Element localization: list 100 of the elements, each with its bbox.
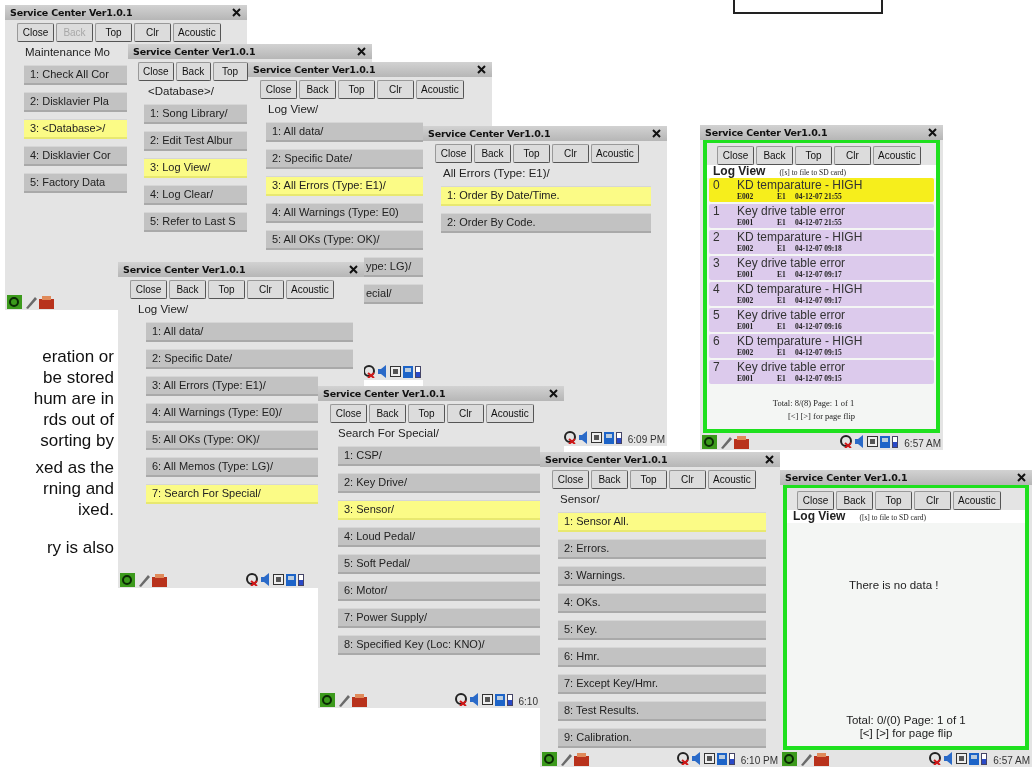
launcher-icon[interactable] (320, 692, 335, 707)
close-icon[interactable] (232, 8, 241, 17)
speaker-icon[interactable] (468, 693, 480, 706)
battery-icon[interactable] (415, 365, 421, 378)
menu-item[interactable]: 6: All Memos (Type: LG)/ (146, 457, 318, 477)
menu-item[interactable]: 7: Search For Special/ (146, 484, 318, 504)
pen-icon[interactable] (337, 692, 350, 707)
storage-icon[interactable] (603, 431, 614, 444)
menu-item[interactable]: 7: Except Key/Hmr. (558, 674, 766, 694)
menu-item[interactable]: 5: Soft Pedal/ (338, 554, 540, 574)
menu-item[interactable]: 1: Song Library/ (144, 104, 247, 124)
menu-item[interactable]: 4: Disklavier Cor (24, 146, 127, 166)
menu-item[interactable]: 4: OKs. (558, 593, 766, 613)
speaker-icon[interactable] (943, 752, 955, 765)
toolbar-button[interactable]: Clr (134, 23, 171, 42)
pen-icon[interactable] (24, 294, 37, 309)
toolbox-icon[interactable] (352, 692, 367, 707)
speaker-icon[interactable] (260, 573, 271, 586)
no-signal-icon[interactable] (454, 693, 467, 706)
toolbar-button[interactable]: Clr (834, 146, 871, 165)
card-icon[interactable] (867, 436, 879, 447)
storage-icon[interactable] (494, 693, 505, 706)
speaker-icon[interactable] (377, 365, 388, 378)
storage-icon[interactable] (403, 365, 413, 378)
menu-item[interactable]: 7: Power Supply/ (338, 608, 540, 628)
no-signal-icon[interactable] (363, 365, 375, 378)
menu-item[interactable]: 4: Log Clear/ (144, 185, 247, 205)
menu-item[interactable]: 1: Check All Cor (24, 65, 127, 85)
toolbar-button[interactable]: Clr (247, 280, 284, 299)
menu-item[interactable]: 2: Specific Date/ (266, 149, 423, 169)
battery-icon[interactable] (298, 573, 304, 586)
menu-item[interactable]: 3: Warnings. (558, 566, 766, 586)
card-icon[interactable] (481, 694, 493, 705)
menu-item[interactable]: 6: Hmr. (558, 647, 766, 667)
toolbar-button[interactable]: Close (138, 62, 174, 81)
speaker-icon[interactable] (577, 431, 589, 444)
toolbar-button[interactable]: Top (513, 144, 550, 163)
menu-item[interactable]: 6: Motor/ (338, 581, 540, 601)
toolbar-button[interactable]: Acoustic (173, 23, 221, 42)
menu-item[interactable]: 5: Key. (558, 620, 766, 640)
pen-icon[interactable] (799, 751, 812, 766)
launcher-icon[interactable] (542, 751, 557, 766)
toolbox-icon[interactable] (574, 751, 589, 766)
storage-icon[interactable] (880, 435, 891, 448)
storage-icon[interactable] (969, 752, 980, 765)
toolbar-button[interactable]: Back (591, 470, 628, 489)
menu-item[interactable]: ecial/ (364, 284, 423, 304)
no-signal-icon[interactable] (840, 435, 853, 448)
menu-item[interactable]: 3: All Errors (Type: E1)/ (266, 176, 423, 196)
toolbar-button[interactable]: Top (630, 470, 667, 489)
menu-item[interactable]: 3: Log View/ (144, 158, 247, 178)
menu-item[interactable]: 4: Loud Pedal/ (338, 527, 540, 547)
toolbar-button[interactable]: Clr (447, 404, 484, 423)
toolbar-button[interactable]: Back (756, 146, 793, 165)
menu-item[interactable]: 3: Sensor/ (338, 500, 540, 520)
toolbar-button[interactable]: Clr (552, 144, 589, 163)
menu-item[interactable]: 8: Test Results. (558, 701, 766, 721)
toolbar-button[interactable]: Top (795, 146, 832, 165)
close-icon[interactable] (1017, 473, 1026, 482)
toolbar-button[interactable]: Back (369, 404, 406, 423)
toolbar-button[interactable]: Top (212, 62, 248, 81)
toolbar-button[interactable]: Back (299, 80, 336, 99)
menu-item[interactable]: 5: All OKs (Type: OK)/ (146, 430, 318, 450)
toolbar-button[interactable]: Clr (669, 470, 706, 489)
menu-item[interactable]: ype: LG)/ (364, 257, 423, 277)
no-signal-icon[interactable] (563, 431, 576, 444)
pen-icon[interactable] (137, 572, 150, 587)
toolbar-button[interactable]: Top (208, 280, 245, 299)
pen-icon[interactable] (719, 434, 732, 449)
storage-icon[interactable] (716, 752, 727, 765)
toolbar-button[interactable]: Close (330, 404, 367, 423)
menu-item[interactable]: 2: Edit Test Albur (144, 131, 247, 151)
menu-item[interactable]: 2: Disklavier Pla (24, 92, 127, 112)
toolbar-button[interactable]: Acoustic (286, 280, 334, 299)
menu-item[interactable]: 5: All OKs (Type: OK)/ (266, 230, 423, 250)
toolbar-button[interactable]: Close (130, 280, 167, 299)
toolbar-button[interactable]: Close (435, 144, 472, 163)
launcher-icon[interactable] (7, 294, 22, 309)
close-icon[interactable] (357, 47, 366, 56)
close-icon[interactable] (765, 455, 774, 464)
toolbar-button[interactable]: Close (17, 23, 54, 42)
toolbar-button[interactable]: Acoustic (416, 80, 464, 99)
card-icon[interactable] (273, 574, 284, 585)
toolbar-button[interactable]: Close (552, 470, 589, 489)
toolbox-icon[interactable] (814, 751, 829, 766)
menu-item[interactable]: 9: Calibration. (558, 728, 766, 748)
toolbar-button[interactable]: Close (260, 80, 297, 99)
close-icon[interactable] (349, 265, 358, 274)
battery-icon[interactable] (728, 752, 735, 765)
menu-item[interactable]: 1: All data/ (146, 322, 353, 342)
menu-item[interactable]: 1: Sensor All. (558, 512, 766, 532)
close-icon[interactable] (652, 129, 661, 138)
card-icon[interactable] (703, 753, 715, 764)
menu-item[interactable]: 1: All data/ (266, 122, 423, 142)
storage-icon[interactable] (286, 573, 296, 586)
toolbar-button[interactable]: Acoustic (873, 146, 921, 165)
menu-item[interactable]: 2: Specific Date/ (146, 349, 353, 369)
menu-item[interactable]: 8: Specified Key (Loc: KNO)/ (338, 635, 540, 655)
toolbar-button[interactable]: Back (175, 62, 211, 81)
no-signal-icon[interactable] (676, 752, 689, 765)
